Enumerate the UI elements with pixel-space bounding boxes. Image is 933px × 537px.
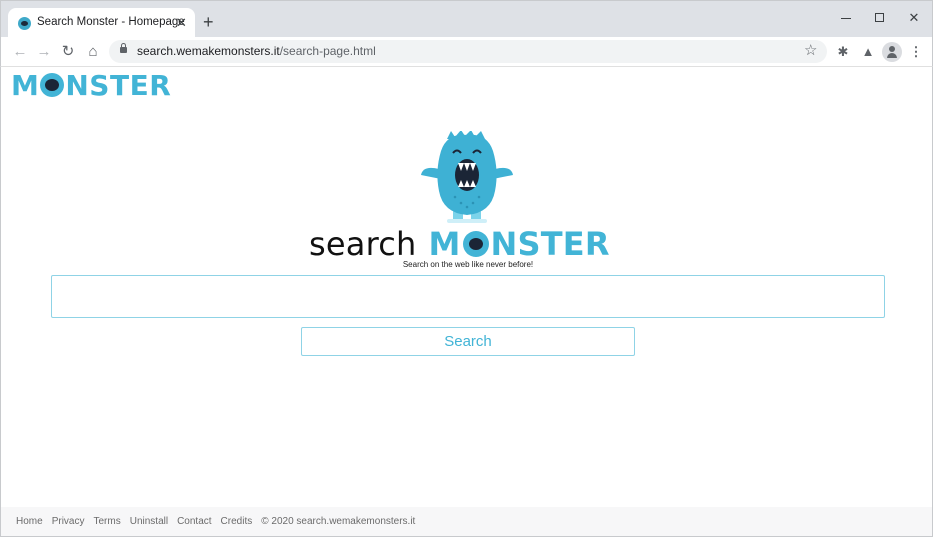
site-logo[interactable]: M NSTER xyxy=(11,68,172,102)
footer-link-privacy[interactable]: Privacy xyxy=(52,516,85,527)
lock-icon[interactable] xyxy=(120,43,127,53)
tab-strip: Search Monster - Homepage ✕ + ✕ xyxy=(0,0,933,38)
address-bar[interactable]: search.wemakemonsters.it/search-page.htm… xyxy=(109,40,827,63)
close-tab-icon[interactable]: ✕ xyxy=(176,14,187,32)
footer: Home Privacy Terms Uninstall Contact Cre… xyxy=(1,507,932,536)
logo-text-start: M xyxy=(11,68,40,102)
hero-word-monster-start: M xyxy=(428,225,461,263)
maximize-button[interactable] xyxy=(869,9,891,27)
flask-icon[interactable]: ▲ xyxy=(859,43,877,61)
footer-link-home[interactable]: Home xyxy=(16,516,43,527)
hero-word-monster: M NSTER xyxy=(429,225,610,263)
tagline: Search on the web like never before! xyxy=(402,260,534,269)
menu-icon[interactable]: ⋮ xyxy=(907,43,925,61)
monster-mascot-icon xyxy=(421,131,513,223)
hero-word-search: search xyxy=(309,225,417,263)
page-content: M NSTER search M NSTER Search on the web l… xyxy=(0,67,933,537)
reload-icon[interactable]: ↻ xyxy=(59,43,77,61)
url-host: search.wemakemonsters.it xyxy=(137,44,280,58)
url-text: search.wemakemonsters.it/search-page.htm… xyxy=(137,44,376,58)
browser-tab[interactable]: Search Monster - Homepage ✕ xyxy=(8,8,195,38)
home-icon[interactable]: ⌂ xyxy=(84,43,102,61)
back-icon[interactable]: ← xyxy=(11,43,29,61)
hero-logo: search M NSTER xyxy=(309,225,610,263)
tab-title: Search Monster - Homepage xyxy=(37,16,185,28)
maximize-icon xyxy=(875,13,884,22)
footer-link-terms[interactable]: Terms xyxy=(93,516,120,527)
search-input[interactable] xyxy=(51,275,885,318)
extensions-icon[interactable]: ✱ xyxy=(834,43,852,61)
browser-toolbar: ← → ↻ ⌂ search.wemakemonsters.it/search-… xyxy=(0,37,933,67)
hero-word-monster-end: NSTER xyxy=(490,225,610,263)
new-tab-button[interactable]: + xyxy=(203,13,214,31)
star-icon[interactable]: ☆ xyxy=(804,42,817,60)
footer-link-contact[interactable]: Contact xyxy=(177,516,211,527)
profile-icon[interactable] xyxy=(882,42,902,62)
logo-monster-o-icon xyxy=(40,73,65,97)
favicon-icon xyxy=(18,17,31,30)
hero-monster-o-icon xyxy=(462,231,489,257)
footer-copyright: © 2020 search.wemakemonsters.it xyxy=(261,516,416,527)
footer-link-uninstall[interactable]: Uninstall xyxy=(130,516,168,527)
forward-icon[interactable]: → xyxy=(35,43,53,61)
close-window-button[interactable]: ✕ xyxy=(903,9,925,27)
minimize-icon xyxy=(841,18,851,19)
url-path: /search-page.html xyxy=(279,44,376,58)
logo-text-end: NSTER xyxy=(65,68,172,102)
footer-link-credits[interactable]: Credits xyxy=(221,516,253,527)
search-button[interactable]: Search xyxy=(301,327,635,356)
close-icon: ✕ xyxy=(908,10,920,25)
minimize-button[interactable] xyxy=(835,9,857,27)
footer-links: Home Privacy Terms Uninstall Contact Cre… xyxy=(16,516,415,527)
